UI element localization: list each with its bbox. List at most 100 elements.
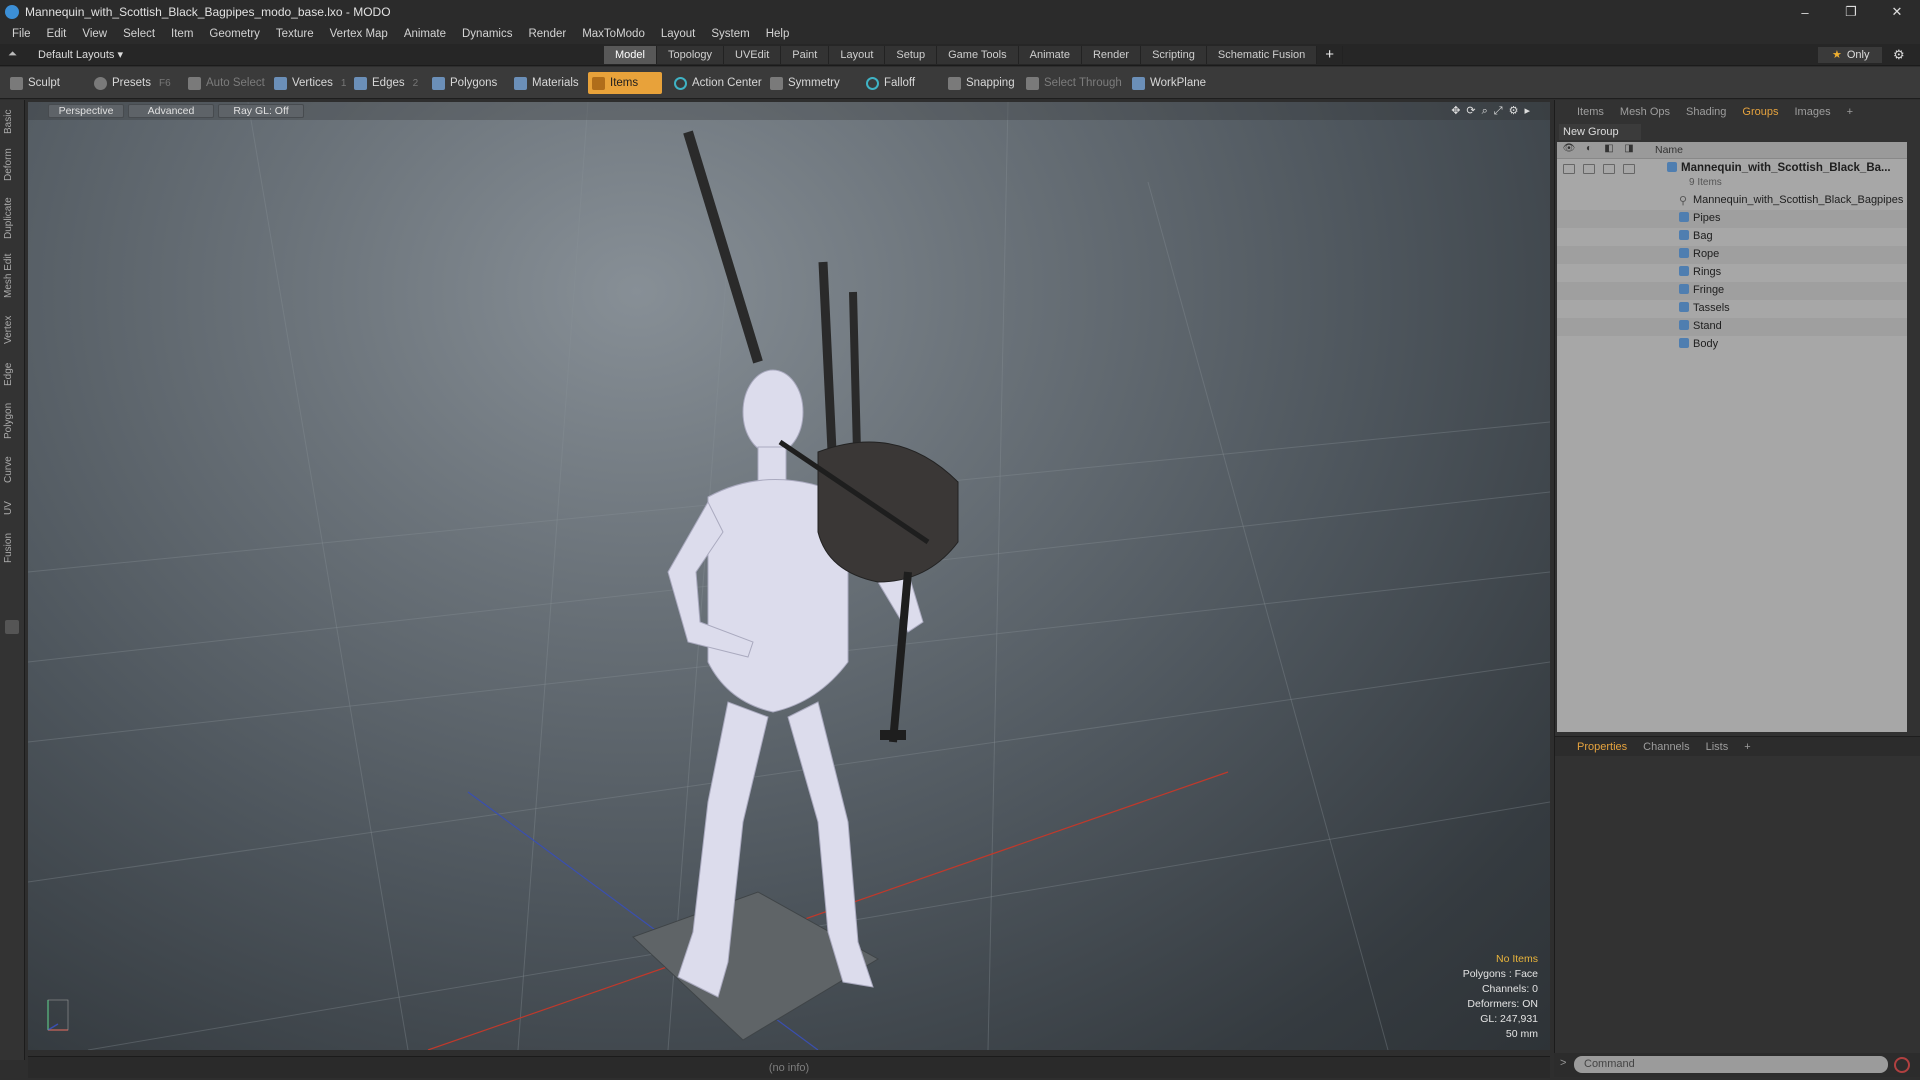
root-select-toggle[interactable] — [1623, 164, 1635, 174]
edges-button[interactable]: Edges 2 — [350, 72, 422, 94]
snapping-button[interactable]: Snapping — [944, 72, 1019, 94]
tab-model[interactable]: Model — [604, 46, 657, 64]
root-visibility-toggle[interactable] — [1563, 164, 1575, 174]
list-item[interactable]: ⚲ Mannequin_with_Scottish_Black_Bagpipes — [1557, 192, 1907, 210]
menu-help[interactable]: Help — [758, 28, 798, 40]
layout-bar: ⏶ Default Layouts ▾ Model Topology UVEdi… — [0, 44, 1920, 66]
shading-advanced-button[interactable]: Advanced — [128, 104, 214, 118]
tab-scripting[interactable]: Scripting — [1141, 46, 1207, 64]
restore-button[interactable]: ❐ — [1828, 0, 1874, 24]
tab-items[interactable]: Items — [1569, 102, 1612, 122]
select-through-button[interactable]: Select Through — [1022, 72, 1126, 94]
menu-edit[interactable]: Edit — [39, 28, 75, 40]
root-lock-toggle[interactable] — [1603, 164, 1615, 174]
menu-system[interactable]: System — [703, 28, 757, 40]
tab-properties[interactable]: Properties — [1569, 737, 1635, 756]
menu-layout[interactable]: Layout — [653, 28, 704, 40]
menu-file[interactable]: File — [4, 28, 39, 40]
vtab-polygon[interactable]: Polygon — [3, 398, 21, 444]
mesh-icon — [1679, 230, 1689, 240]
3d-viewport[interactable]: Perspective Advanced Ray GL: Off ✥⟳⌕⤢⚙▸ … — [28, 102, 1550, 1050]
add-panel-tab-button[interactable]: + — [1839, 102, 1861, 122]
menu-select[interactable]: Select — [115, 28, 163, 40]
new-group-button[interactable]: New Group — [1559, 124, 1641, 140]
list-item[interactable]: Body — [1557, 336, 1907, 354]
menu-render[interactable]: Render — [520, 28, 574, 40]
vtab-basic[interactable]: Basic — [3, 106, 21, 138]
menu-geometry[interactable]: Geometry — [201, 28, 268, 40]
sculpt-button[interactable]: Sculpt — [6, 72, 64, 94]
tab-groups[interactable]: Groups — [1734, 102, 1786, 122]
vtab-uv[interactable]: UV — [3, 496, 21, 520]
root-render-toggle[interactable] — [1583, 164, 1595, 174]
presets-button[interactable]: Presets F6 — [90, 72, 175, 94]
vtab-vertex[interactable]: Vertex — [3, 310, 21, 350]
add-properties-tab-button[interactable]: + — [1736, 737, 1758, 756]
menu-dynamics[interactable]: Dynamics — [454, 28, 520, 40]
viewport-nav-icons[interactable]: ✥⟳⌕⤢⚙▸ — [1451, 104, 1536, 118]
tab-topology[interactable]: Topology — [656, 46, 725, 64]
falloff-button[interactable]: Falloff — [862, 72, 919, 94]
render-col-icon[interactable]: ◐ — [1581, 143, 1597, 157]
tab-uvedit[interactable]: UVEdit — [724, 46, 782, 64]
list-item-label: Stand — [1693, 320, 1722, 332]
raygl-button[interactable]: Ray GL: Off — [218, 104, 304, 118]
visibility-col-icon[interactable]: 👁 — [1561, 143, 1577, 157]
tab-layout[interactable]: Layout — [829, 46, 886, 64]
action-center-button[interactable]: Action Center — [670, 72, 766, 94]
menu-maxtomodo[interactable]: MaxToModo — [574, 28, 653, 40]
auto-select-button[interactable]: Auto Select — [184, 72, 269, 94]
list-item[interactable]: Tassels — [1557, 300, 1907, 318]
tab-mesh-ops[interactable]: Mesh Ops — [1612, 102, 1678, 122]
close-button[interactable]: ✕ — [1874, 0, 1920, 24]
list-item[interactable]: Rings — [1557, 264, 1907, 282]
select-col-icon[interactable]: ◨ — [1621, 143, 1637, 157]
menu-texture[interactable]: Texture — [268, 28, 322, 40]
vtab-duplicate[interactable]: Duplicate — [3, 192, 21, 244]
add-tab-button[interactable]: + — [1317, 46, 1344, 64]
vtab-curve[interactable]: Curve — [3, 452, 21, 488]
group-root-row[interactable]: Mannequin_with_Scottish_Black_Ba... 9 It… — [1557, 160, 1907, 192]
toolbox-toggle-icon[interactable] — [5, 620, 19, 634]
list-item[interactable]: Stand — [1557, 318, 1907, 336]
list-item[interactable]: Rope — [1557, 246, 1907, 264]
items-button[interactable]: Items — [588, 72, 662, 94]
menu-item[interactable]: Item — [163, 28, 201, 40]
tab-setup[interactable]: Setup — [885, 46, 938, 64]
tab-channels[interactable]: Channels — [1635, 737, 1697, 756]
tab-paint[interactable]: Paint — [781, 46, 830, 64]
tab-render[interactable]: Render — [1081, 46, 1142, 64]
only-toggle-button[interactable]: ★ Only — [1818, 47, 1882, 63]
layout-toggle-icon[interactable]: ⏶ — [8, 48, 17, 61]
list-item[interactable]: Bag — [1557, 228, 1907, 246]
symmetry-button[interactable]: Symmetry — [766, 72, 844, 94]
materials-button[interactable]: Materials — [510, 72, 583, 94]
tab-schematic-fusion[interactable]: Schematic Fusion — [1206, 46, 1318, 64]
command-history-icon[interactable] — [1894, 1057, 1910, 1073]
tab-lists[interactable]: Lists — [1698, 737, 1737, 756]
list-item[interactable]: Fringe — [1557, 282, 1907, 300]
lock-col-icon[interactable]: ◧ — [1601, 143, 1617, 157]
menu-view[interactable]: View — [74, 28, 115, 40]
gear-icon[interactable]: ⚙ — [1893, 47, 1905, 63]
vtab-edge[interactable]: Edge — [3, 358, 21, 390]
command-input[interactable]: Command — [1574, 1056, 1888, 1073]
list-item[interactable]: Pipes — [1557, 210, 1907, 228]
menu-animate[interactable]: Animate — [396, 28, 454, 40]
layouts-dropdown[interactable]: Default Layouts ▾ — [38, 48, 123, 61]
minimize-button[interactable]: – — [1782, 0, 1828, 24]
tab-images[interactable]: Images — [1787, 102, 1839, 122]
tab-shading[interactable]: Shading — [1678, 102, 1734, 122]
vertices-button[interactable]: Vertices 1 — [270, 72, 350, 94]
vtab-mesh-edit[interactable]: Mesh Edit — [3, 250, 21, 302]
vtab-fusion[interactable]: Fusion — [3, 528, 21, 568]
polygons-button[interactable]: Polygons — [428, 72, 501, 94]
tab-game-tools[interactable]: Game Tools — [937, 46, 1019, 64]
menu-vertex-map[interactable]: Vertex Map — [322, 28, 396, 40]
hud-polygons: Polygons : Face — [1462, 968, 1538, 980]
view-perspective-button[interactable]: Perspective — [48, 104, 124, 118]
tab-animate[interactable]: Animate — [1018, 46, 1082, 64]
workplane-button[interactable]: WorkPlane — [1128, 72, 1210, 94]
vtab-deform[interactable]: Deform — [3, 144, 21, 186]
name-column-header[interactable]: Name — [1655, 144, 1683, 156]
